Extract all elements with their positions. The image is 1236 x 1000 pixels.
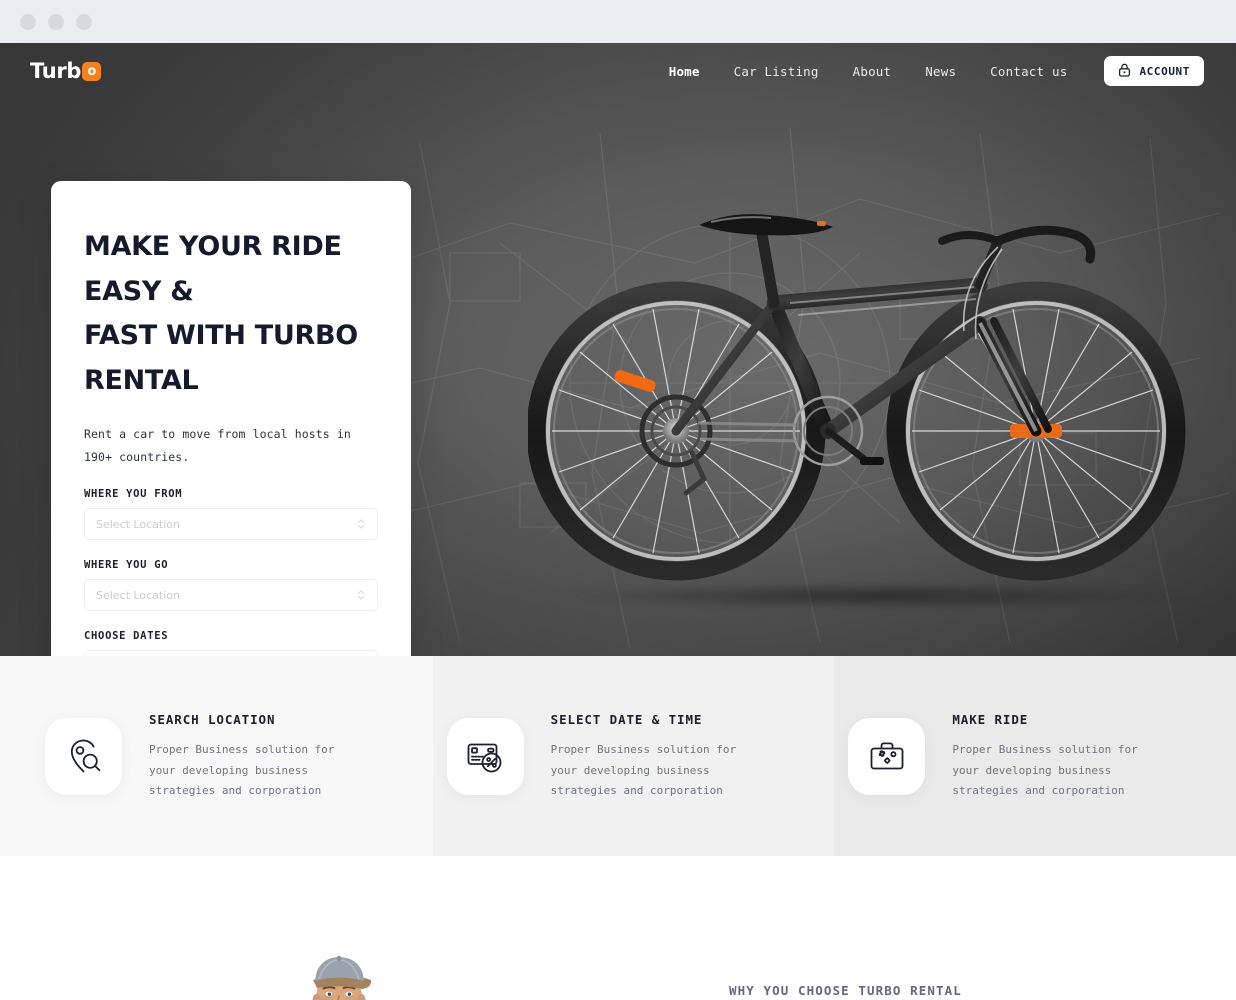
- nav-item-about[interactable]: About: [836, 64, 909, 79]
- chevron-updown-icon: [356, 517, 366, 531]
- feature-title: SEARCH LOCATION: [149, 712, 276, 728]
- nav-item-news[interactable]: News: [908, 64, 973, 79]
- bicycle-shadow: [568, 583, 1188, 609]
- features-section: SEARCH LOCATION Proper Business solution…: [0, 656, 1236, 856]
- feature-card-search-location: SEARCH LOCATION Proper Business solution…: [0, 656, 433, 856]
- feature-description: Proper Business solution for your develo…: [952, 743, 1138, 798]
- hero-search-card: MAKE YOUR RIDE EASY & FAST WITH TURBO RE…: [51, 181, 411, 656]
- why-choose-section: WHY YOU CHOOSE TURBO RENTAL: [0, 856, 1236, 1000]
- location-search-icon: [45, 717, 122, 795]
- maximize-dot[interactable]: [48, 13, 64, 30]
- site-logo[interactable]: Turb o: [30, 59, 102, 83]
- chevron-updown-icon: [356, 588, 366, 602]
- feature-text-block: MAKE RIDE Proper Business solution for y…: [952, 710, 1164, 801]
- select-where-you-go-placeholder: Select Location: [96, 588, 180, 602]
- feature-text-block: SELECT DATE & TIME Proper Business solut…: [551, 710, 763, 801]
- select-where-you-from-placeholder: Select Location: [96, 517, 180, 531]
- page-title: MAKE YOUR RIDE EASY & FAST WITH TURBO RE…: [84, 225, 378, 403]
- field-group-where-go: WHERE YOU GO Select Location: [84, 559, 378, 612]
- label-where-you-go: WHERE YOU GO: [84, 559, 169, 572]
- account-button-label: ACCOUNT: [1139, 64, 1190, 78]
- feature-description: Proper Business solution for your develo…: [149, 743, 335, 798]
- lock-icon: [1118, 63, 1131, 80]
- label-where-you-from: WHERE YOU FROM: [84, 488, 183, 501]
- nav-links: Home Car Listing About News Contact us A…: [652, 56, 1204, 86]
- feature-title: SELECT DATE & TIME: [550, 712, 703, 728]
- field-group-choose-dates: CHOOSE DATES Select Date Range: [84, 630, 378, 656]
- logo-badge: o: [82, 61, 102, 81]
- nav-item-home[interactable]: Home: [652, 64, 717, 79]
- account-button[interactable]: ACCOUNT: [1104, 56, 1204, 86]
- feature-card-select-date-time: SELECT DATE & TIME Proper Business solut…: [432, 656, 835, 856]
- field-group-where-from: WHERE YOU FROM Select Location: [84, 488, 378, 541]
- hero-title-line1: MAKE YOUR RIDE EASY &: [84, 231, 342, 307]
- toolbox-gear-icon: [848, 717, 926, 795]
- label-choose-dates: CHOOSE DATES: [84, 630, 169, 643]
- feature-text-block: SEARCH LOCATION Proper Business solution…: [149, 710, 361, 801]
- select-where-you-go[interactable]: Select Location: [84, 579, 378, 612]
- card-percent-icon: [446, 717, 524, 795]
- hero-subtitle: Rent a car to move from local hosts in 1…: [84, 427, 351, 465]
- main-navbar: Turb o Home Car Listing About News Conta…: [0, 43, 1236, 99]
- feature-description: Proper Business solution for your develo…: [550, 743, 737, 798]
- hero-title-line2: FAST WITH TURBO RENTAL: [84, 320, 358, 396]
- date-range-input[interactable]: Select Date Range: [84, 650, 378, 656]
- hero-section: Turb o Home Car Listing About News Conta…: [0, 43, 1236, 656]
- feature-title: MAKE RIDE: [952, 712, 1029, 728]
- feature-card-make-ride: MAKE RIDE Proper Business solution for y…: [834, 656, 1236, 856]
- avatar: [279, 946, 399, 1000]
- minimize-dot[interactable]: [20, 13, 36, 30]
- select-where-you-from[interactable]: Select Location: [84, 508, 378, 541]
- logo-text: Turb: [30, 59, 82, 83]
- browser-chrome-bar: [0, 0, 1236, 43]
- section-title-why-choose: WHY YOU CHOOSE TURBO RENTAL: [729, 983, 962, 998]
- nav-item-car-listing[interactable]: Car Listing: [717, 64, 836, 79]
- close-dot[interactable]: [76, 13, 92, 30]
- nav-item-contact-us[interactable]: Contact us: [973, 64, 1084, 79]
- bicycle-image: [526, 163, 1218, 613]
